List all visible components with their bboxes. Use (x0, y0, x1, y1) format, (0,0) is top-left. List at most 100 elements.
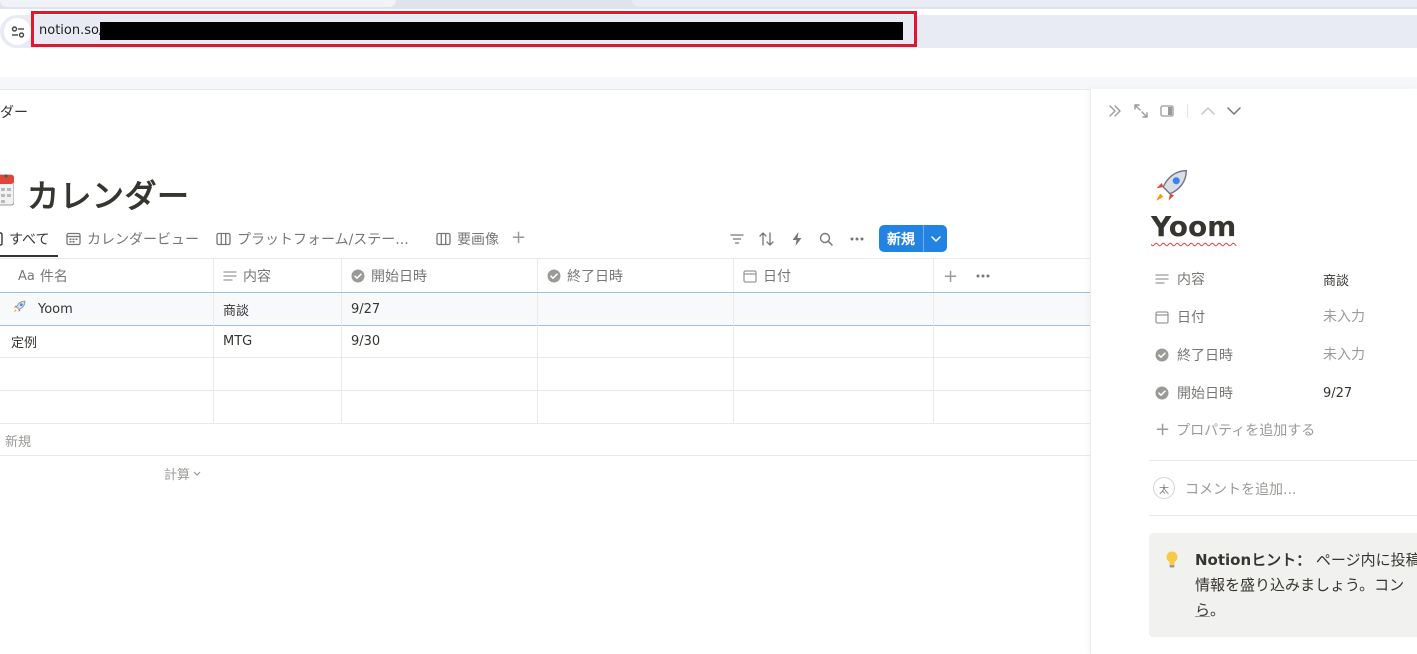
cell-end[interactable] (538, 358, 734, 390)
add-view-button[interactable]: + (511, 228, 526, 248)
chevron-down-icon (193, 471, 201, 476)
hint-bold: Notionヒント： (1195, 551, 1312, 569)
column-header-content[interactable]: 内容 (214, 259, 342, 293)
url-highlight-box (31, 11, 917, 47)
cell-date[interactable] (734, 391, 934, 423)
cell-content[interactable]: 商談 (214, 293, 342, 325)
property-value[interactable]: 商談 (1323, 267, 1349, 291)
cell-date[interactable] (734, 325, 934, 357)
property-end[interactable]: 終了日時 (1155, 343, 1233, 367)
cell-end[interactable] (538, 325, 734, 357)
new-button[interactable]: 新規 (879, 225, 947, 252)
add-row-button[interactable]: 新規 (5, 431, 31, 450)
cell-content[interactable]: MTG (214, 325, 342, 357)
table-row[interactable] (0, 358, 1090, 391)
tab-all[interactable]: すべて (0, 228, 49, 250)
date-icon (743, 269, 757, 283)
cell-end[interactable] (538, 391, 734, 423)
column-header-label: 開始日時 (371, 269, 427, 285)
cell-content[interactable] (214, 391, 342, 423)
calculate-dropdown[interactable]: 計算 (164, 464, 201, 483)
more-icon[interactable] (847, 229, 867, 249)
cell-date[interactable] (734, 293, 934, 325)
chevron-down-icon[interactable] (924, 225, 947, 252)
cell-blank (934, 293, 1090, 325)
table-row[interactable]: 定例 MTG 9/30 (0, 325, 1090, 358)
divider (1187, 104, 1188, 118)
chevron-up-icon[interactable] (1199, 102, 1217, 120)
tab-label: すべて (9, 232, 50, 248)
title-icon: Aa (18, 268, 35, 284)
calendar-icon (66, 232, 81, 246)
board-icon (436, 232, 451, 246)
property-value[interactable]: 9/27 (1323, 381, 1352, 405)
table-icon (0, 232, 3, 246)
cell-blank (934, 358, 1090, 390)
property-value[interactable]: 未入力 (1323, 342, 1365, 366)
property-date[interactable]: 日付 (1155, 305, 1205, 329)
rocket-icon[interactable] (1151, 168, 1189, 206)
browser-tab[interactable] (0, 0, 396, 7)
calendar-icon[interactable] (0, 172, 15, 206)
property-content[interactable]: 内容 (1155, 267, 1205, 291)
cell-blank (934, 325, 1090, 357)
tune-icon[interactable] (4, 18, 31, 45)
property-value[interactable]: 未入力 (1323, 304, 1365, 328)
tab-platform-status[interactable]: プラットフォーム/ステー... (216, 228, 409, 250)
expand-icon[interactable] (1132, 102, 1150, 120)
tab-label: カレンダービュー (87, 232, 199, 248)
hint-text: Notionヒント： ページ内に投稿 情報を盛り込みましょう。コン ら。 (1195, 548, 1417, 623)
cell-title[interactable]: 定例 (0, 325, 214, 357)
text-icon (223, 271, 237, 281)
cell-start[interactable]: 9/30 (342, 325, 538, 357)
cell-start[interactable] (342, 358, 538, 390)
tab-calendar-view[interactable]: カレンダービュー (66, 228, 199, 250)
search-icon[interactable] (816, 229, 836, 249)
new-button-label[interactable]: 新規 (879, 225, 924, 252)
date-icon (1155, 310, 1169, 324)
cell-title[interactable] (0, 358, 214, 390)
column-header-end[interactable]: 終了日時 (538, 259, 734, 293)
cell-title[interactable]: Yoom (0, 293, 214, 325)
breadcrumb[interactable]: ダー (0, 102, 28, 122)
add-column-icon[interactable]: + (943, 266, 958, 287)
browser-tab[interactable] (632, 0, 1417, 7)
cell-blank (934, 391, 1090, 423)
tab-label: プラットフォーム/ステー... (237, 232, 409, 248)
hint-link[interactable]: ら (1195, 601, 1210, 619)
table-row[interactable] (0, 391, 1090, 424)
side-peek-mode-icon[interactable] (1158, 102, 1176, 120)
chevron-down-icon[interactable] (1225, 102, 1243, 120)
cell-start[interactable]: 9/27 (342, 293, 538, 325)
cell-content[interactable] (214, 358, 342, 390)
sort-icon[interactable] (757, 229, 777, 249)
column-header-date[interactable]: 日付 (734, 259, 934, 293)
close-peek-icon[interactable] (1106, 102, 1124, 120)
comment-input[interactable]: コメントを追加... (1185, 479, 1296, 499)
cell-title[interactable] (0, 391, 214, 423)
column-header-actions: + (934, 259, 1090, 293)
add-property-button[interactable]: + プロパティを追加する (1155, 420, 1315, 440)
property-label: 日付 (1177, 310, 1205, 326)
cell-date[interactable] (734, 358, 934, 390)
automation-icon[interactable] (787, 229, 807, 249)
hint-end: 。 (1210, 601, 1226, 619)
column-header-label: 終了日時 (567, 269, 623, 285)
property-label: 開始日時 (1177, 386, 1233, 402)
table-row[interactable]: Yoom 商談 9/27 (0, 292, 1090, 326)
status-check-icon (351, 269, 365, 283)
filter-icon[interactable] (727, 229, 747, 249)
rocket-icon (12, 300, 32, 318)
cell-start[interactable] (342, 391, 538, 423)
column-header-title[interactable]: Aa 件名 (0, 259, 214, 293)
more-icon[interactable] (976, 274, 990, 278)
peek-page-title[interactable]: Yoom (1151, 210, 1236, 243)
plus-icon: + (1155, 419, 1171, 440)
page-title[interactable]: カレンダー (27, 171, 190, 217)
property-start[interactable]: 開始日時 (1155, 381, 1233, 405)
column-header-start[interactable]: 開始日時 (342, 259, 538, 293)
tab-needs-image[interactable]: 要画像 (436, 228, 499, 250)
cell-end[interactable] (538, 293, 734, 325)
text-icon (1155, 274, 1169, 284)
column-header-label: 日付 (763, 269, 791, 285)
